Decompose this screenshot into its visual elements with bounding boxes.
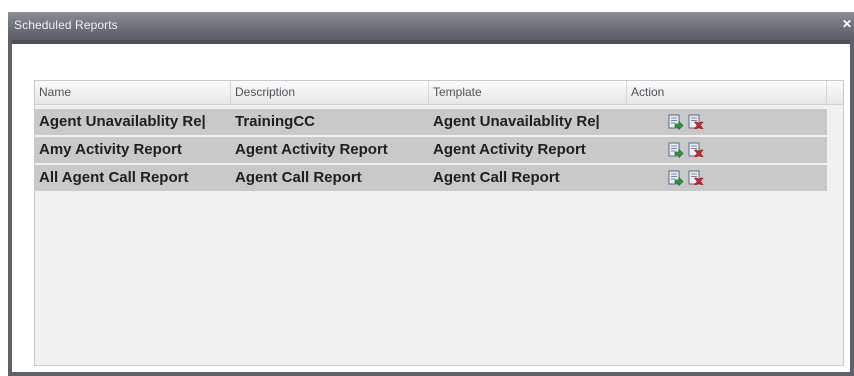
delete-report-icon[interactable]: [688, 142, 704, 158]
close-icon[interactable]: ✕: [842, 17, 852, 31]
report-description-cell: Agent Activity Report: [235, 141, 388, 158]
window-content: Name Description Template Action Agent U…: [12, 44, 850, 372]
reports-table: Name Description Template Action Agent U…: [34, 80, 844, 366]
column-header-template[interactable]: Template: [429, 81, 627, 104]
report-template-cell: Agent Unavailablity Re|: [433, 113, 600, 130]
report-name-cell: Amy Activity Report: [39, 141, 182, 158]
scheduled-reports-window: Scheduled Reports ✕ Name Description Tem…: [8, 12, 854, 376]
column-header-description[interactable]: Description: [231, 81, 429, 104]
run-report-icon[interactable]: [668, 170, 684, 187]
table-row[interactable]: Amy Activity Report Agent Activity Repor…: [35, 137, 827, 163]
report-template-cell: Agent Call Report: [433, 169, 560, 186]
table-row[interactable]: All Agent Call Report Agent Call Report …: [35, 165, 827, 191]
report-name-cell: Agent Unavailablity Re|: [39, 113, 206, 130]
column-header-name[interactable]: Name: [35, 81, 231, 104]
table-header: Name Description Template Action: [35, 81, 843, 105]
report-description-cell: TrainingCC: [235, 113, 316, 130]
window-titlebar[interactable]: Scheduled Reports ✕: [8, 12, 854, 40]
delete-report-icon[interactable]: [688, 114, 704, 130]
report-name-cell: All Agent Call Report: [39, 169, 189, 186]
delete-report-icon[interactable]: [688, 170, 704, 186]
report-description-cell: Agent Call Report: [235, 169, 362, 186]
report-template-cell: Agent Activity Report: [433, 141, 586, 158]
table-row[interactable]: Agent Unavailablity Re| TrainingCC Agent…: [35, 109, 827, 135]
column-header-action[interactable]: Action: [627, 81, 827, 104]
run-report-icon[interactable]: [668, 142, 684, 159]
window-title: Scheduled Reports: [14, 18, 118, 32]
run-report-icon[interactable]: [668, 114, 684, 131]
